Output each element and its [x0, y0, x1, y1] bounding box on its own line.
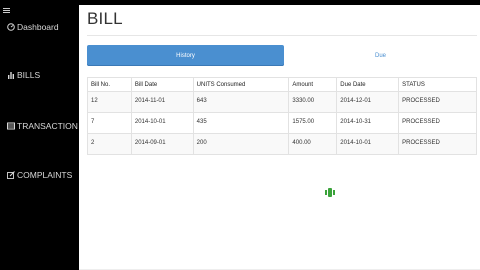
- cell-due-date: 2014-10-31: [336, 112, 400, 134]
- table-row: 12 2014-11-01 643 3330.00 2014-12-01 PRO…: [87, 91, 477, 113]
- cell-amount: 3330.00: [288, 91, 338, 113]
- cell-bill-date: 2014-09-01: [130, 133, 194, 155]
- cell-status: PROCESSED: [398, 112, 477, 134]
- header-due-date: Due Date: [336, 77, 400, 92]
- cell-units: 435: [192, 112, 290, 134]
- tab-history[interactable]: History: [87, 45, 284, 66]
- pagination-control[interactable]: [325, 187, 335, 197]
- table-header-row: Bill No. Bill Date UNITS Consumed Amount…: [87, 77, 477, 92]
- sidebar: Dashboard BILLS TRANSACTION COMPLAINTS: [0, 0, 79, 270]
- cell-status: PROCESSED: [398, 91, 477, 113]
- sidebar-item-transaction[interactable]: TRANSACTION: [6, 121, 78, 131]
- cell-due-date: 2014-10-01: [336, 133, 400, 155]
- sidebar-item-label: Dashboard: [17, 22, 59, 32]
- sidebar-item-bills[interactable]: BILLS: [6, 70, 40, 80]
- header-status: STATUS: [398, 77, 477, 92]
- cell-status: PROCESSED: [398, 133, 477, 155]
- sidebar-item-label: COMPLAINTS: [17, 170, 73, 180]
- cell-bill-no: 2: [87, 133, 132, 155]
- sidebar-item-label: BILLS: [17, 70, 41, 80]
- header-bill-date: Bill Date: [130, 77, 194, 92]
- pager-icon: [325, 187, 335, 197]
- cell-due-date: 2014-12-01: [336, 91, 400, 113]
- header-amount: Amount: [288, 77, 338, 92]
- cell-bill-date: 2014-11-01: [130, 91, 194, 113]
- page-title: BILL: [87, 9, 123, 28]
- edit-icon: [6, 171, 15, 180]
- cell-amount: 400.00: [288, 133, 338, 155]
- cell-amount: 1575.00: [288, 112, 338, 134]
- bar-chart-icon: [6, 71, 15, 80]
- table-icon: [6, 122, 15, 131]
- sidebar-item-complaints[interactable]: COMPLAINTS: [6, 170, 72, 180]
- menu-icon[interactable]: [3, 0, 10, 18]
- main-content: BILL History Due Bill No. Bill Date UNIT…: [79, 5, 480, 270]
- table-row: 7 2014-10-01 435 1575.00 2014-10-31 PROC…: [87, 112, 477, 134]
- cell-bill-date: 2014-10-01: [130, 112, 194, 134]
- header-units-consumed: UNITS Consumed: [192, 77, 290, 92]
- cell-units: 643: [192, 91, 290, 113]
- title-divider: [87, 35, 477, 36]
- bills-table: Bill No. Bill Date UNITS Consumed Amount…: [87, 77, 477, 155]
- tab-due[interactable]: Due: [284, 45, 477, 66]
- cell-bill-no: 12: [87, 91, 132, 113]
- cell-units: 200: [192, 133, 290, 155]
- sidebar-item-label: TRANSACTION: [17, 121, 78, 131]
- header-bill-no: Bill No.: [87, 77, 132, 92]
- sidebar-item-dashboard[interactable]: Dashboard: [6, 22, 59, 32]
- cell-bill-no: 7: [87, 112, 132, 134]
- table-row: 2 2014-09-01 200 400.00 2014-10-01 PROCE…: [87, 133, 477, 155]
- dashboard-icon: [6, 23, 15, 32]
